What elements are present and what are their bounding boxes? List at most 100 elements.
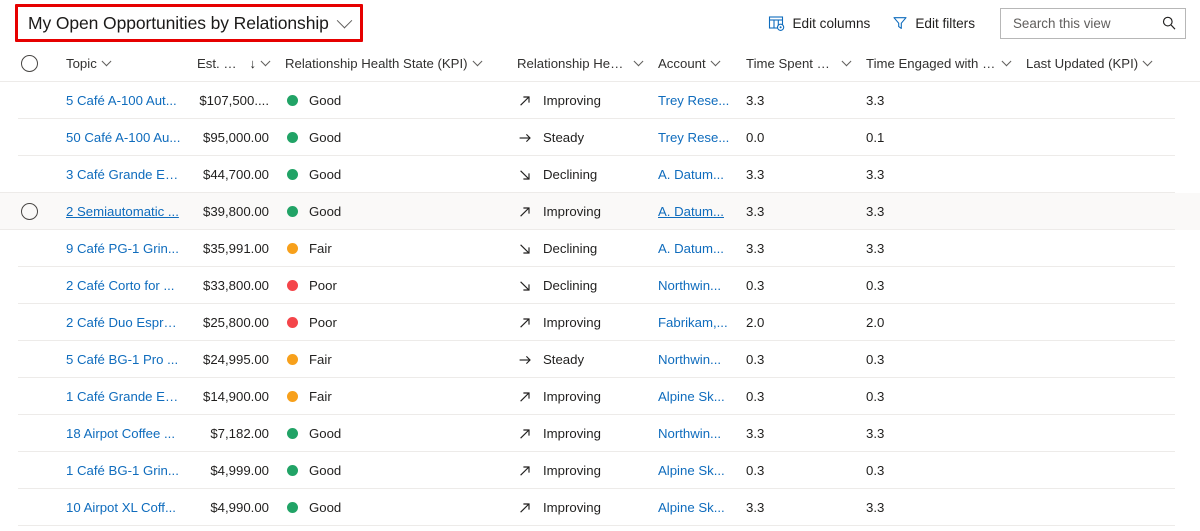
row-select-cell[interactable]: [0, 489, 58, 526]
account-link[interactable]: Northwin...: [658, 352, 721, 367]
account-link[interactable]: A. Datum...: [658, 241, 724, 256]
cell-account[interactable]: Fabrikam,...: [650, 304, 738, 341]
cell-topic[interactable]: 3 Café Grande Es...: [58, 156, 189, 193]
cell-topic[interactable]: 1 Café Grande Es...: [58, 378, 189, 415]
topic-link[interactable]: 1 Café Grande Es...: [66, 389, 181, 404]
column-header-time-spent[interactable]: Time Spent by T...: [738, 46, 858, 82]
search-icon[interactable]: [1161, 15, 1177, 31]
search-box[interactable]: [1000, 8, 1186, 39]
cell-topic[interactable]: 50 Café A-100 Au...: [58, 119, 189, 156]
account-link[interactable]: Trey Rese...: [658, 130, 729, 145]
cell-account[interactable]: A. Datum...: [650, 193, 738, 230]
chevron-down-icon: [710, 56, 720, 66]
topic-link[interactable]: 1 Café BG-1 Grin...: [66, 463, 179, 478]
cell-topic[interactable]: 9 Café PG-1 Grin...: [58, 230, 189, 267]
account-link[interactable]: Fabrikam,...: [658, 315, 728, 330]
topic-link[interactable]: 18 Airpot Coffee ...: [66, 426, 175, 441]
status-dot-icon: [287, 169, 298, 180]
cell-topic[interactable]: 5 Café A-100 Aut...: [58, 82, 189, 119]
row-select-cell[interactable]: [0, 378, 58, 415]
cell-account[interactable]: Alpine Sk...: [650, 378, 738, 415]
cell-account[interactable]: Northwin...: [650, 415, 738, 452]
topic-link[interactable]: 50 Café A-100 Au...: [66, 130, 180, 145]
table-row[interactable]: 3 Café Grande Es...$44,700.00GoodDeclini…: [0, 156, 1200, 193]
cell-account[interactable]: Alpine Sk...: [650, 452, 738, 489]
select-all-checkbox[interactable]: [0, 46, 58, 82]
account-link[interactable]: Northwin...: [658, 278, 721, 293]
column-header-relationship-health-trend[interactable]: Relationship Health ...: [509, 46, 650, 82]
account-link[interactable]: Northwin...: [658, 426, 721, 441]
row-select-cell[interactable]: [0, 341, 58, 378]
column-header-est-revenue[interactable]: Est. Re... ↓: [189, 46, 277, 82]
row-select-cell[interactable]: [0, 304, 58, 341]
table-row[interactable]: 10 Airpot XL Coff...$4,990.00GoodImprovi…: [0, 489, 1200, 526]
arrow-up-right-icon: [517, 501, 532, 515]
topic-link[interactable]: 2 Semiautomatic ...: [66, 204, 179, 219]
chevron-down-icon: [472, 56, 482, 66]
row-checkbox[interactable]: [21, 203, 38, 220]
topic-link[interactable]: 5 Café BG-1 Pro ...: [66, 352, 178, 367]
row-select-cell[interactable]: [0, 193, 58, 230]
table-row[interactable]: 1 Café Grande Es...$14,900.00FairImprovi…: [0, 378, 1200, 415]
arrow-up-right-icon: [517, 94, 532, 108]
cell-account[interactable]: Trey Rese...: [650, 82, 738, 119]
account-link[interactable]: Trey Rese...: [658, 93, 729, 108]
cell-account[interactable]: A. Datum...: [650, 156, 738, 193]
column-header-last-updated[interactable]: Last Updated (KPI): [1018, 46, 1183, 82]
column-header-topic[interactable]: Topic: [58, 46, 189, 82]
account-link[interactable]: Alpine Sk...: [658, 500, 725, 515]
cell-time-engaged: 3.3: [858, 489, 1018, 526]
account-link[interactable]: Alpine Sk...: [658, 389, 725, 404]
filter-icon: [892, 15, 908, 31]
column-header-account[interactable]: Account: [650, 46, 738, 82]
cell-account[interactable]: Northwin...: [650, 267, 738, 304]
table-row[interactable]: 2 Café Corto for ...$33,800.00PoorDeclin…: [0, 267, 1200, 304]
chevron-down-icon: [101, 56, 111, 66]
cell-topic[interactable]: 2 Café Duo Espre...: [58, 304, 189, 341]
cell-account[interactable]: Northwin...: [650, 341, 738, 378]
edit-columns-icon: [768, 15, 785, 32]
row-select-cell[interactable]: [0, 82, 58, 119]
topic-link[interactable]: 3 Café Grande Es...: [66, 167, 181, 182]
edit-columns-button[interactable]: Edit columns: [757, 5, 881, 41]
cell-topic[interactable]: 10 Airpot XL Coff...: [58, 489, 189, 526]
cell-account[interactable]: Alpine Sk...: [650, 489, 738, 526]
account-link[interactable]: A. Datum...: [658, 167, 724, 182]
row-select-cell[interactable]: [0, 230, 58, 267]
edit-filters-button[interactable]: Edit filters: [881, 5, 986, 41]
circle-checkbox-unchecked-icon[interactable]: [21, 55, 38, 72]
topic-link[interactable]: 9 Café PG-1 Grin...: [66, 241, 179, 256]
health-state-label: Good: [309, 130, 341, 145]
cell-topic[interactable]: 1 Café BG-1 Grin...: [58, 452, 189, 489]
account-link[interactable]: A. Datum...: [658, 204, 724, 219]
est-revenue-value: $24,995.00: [203, 352, 269, 367]
column-header-time-engaged[interactable]: Time Engaged with Cust...: [858, 46, 1018, 82]
topic-link[interactable]: 2 Café Corto for ...: [66, 278, 174, 293]
table-row[interactable]: 1 Café BG-1 Grin...$4,999.00GoodImprovin…: [0, 452, 1200, 489]
search-input[interactable]: [1011, 15, 1161, 32]
table-row[interactable]: 2 Café Duo Espre...$25,800.00PoorImprovi…: [0, 304, 1200, 341]
row-select-cell[interactable]: [0, 156, 58, 193]
cell-account[interactable]: Trey Rese...: [650, 119, 738, 156]
topic-link[interactable]: 2 Café Duo Espre...: [66, 315, 181, 330]
row-select-cell[interactable]: [0, 415, 58, 452]
cell-topic[interactable]: 18 Airpot Coffee ...: [58, 415, 189, 452]
cell-topic[interactable]: 5 Café BG-1 Pro ...: [58, 341, 189, 378]
account-link[interactable]: Alpine Sk...: [658, 463, 725, 478]
row-select-cell[interactable]: [0, 452, 58, 489]
table-row[interactable]: 50 Café A-100 Au...$95,000.00GoodSteadyT…: [0, 119, 1200, 156]
table-row[interactable]: 5 Café A-100 Aut...$107,500....GoodImpro…: [0, 82, 1200, 119]
row-select-cell[interactable]: [0, 267, 58, 304]
table-row[interactable]: 18 Airpot Coffee ...$7,182.00GoodImprovi…: [0, 415, 1200, 452]
cell-account[interactable]: A. Datum...: [650, 230, 738, 267]
row-select-cell[interactable]: [0, 119, 58, 156]
column-header-relationship-health-state[interactable]: Relationship Health State (KPI): [277, 46, 509, 82]
cell-topic[interactable]: 2 Semiautomatic ...: [58, 193, 189, 230]
view-selector[interactable]: My Open Opportunities by Relationship: [15, 4, 363, 42]
table-row[interactable]: 2 Semiautomatic ...$39,800.00GoodImprovi…: [0, 193, 1200, 230]
topic-link[interactable]: 10 Airpot XL Coff...: [66, 500, 176, 515]
topic-link[interactable]: 5 Café A-100 Aut...: [66, 93, 177, 108]
cell-topic[interactable]: 2 Café Corto for ...: [58, 267, 189, 304]
table-row[interactable]: 9 Café PG-1 Grin...$35,991.00FairDeclini…: [0, 230, 1200, 267]
table-row[interactable]: 5 Café BG-1 Pro ...$24,995.00FairSteadyN…: [0, 341, 1200, 378]
